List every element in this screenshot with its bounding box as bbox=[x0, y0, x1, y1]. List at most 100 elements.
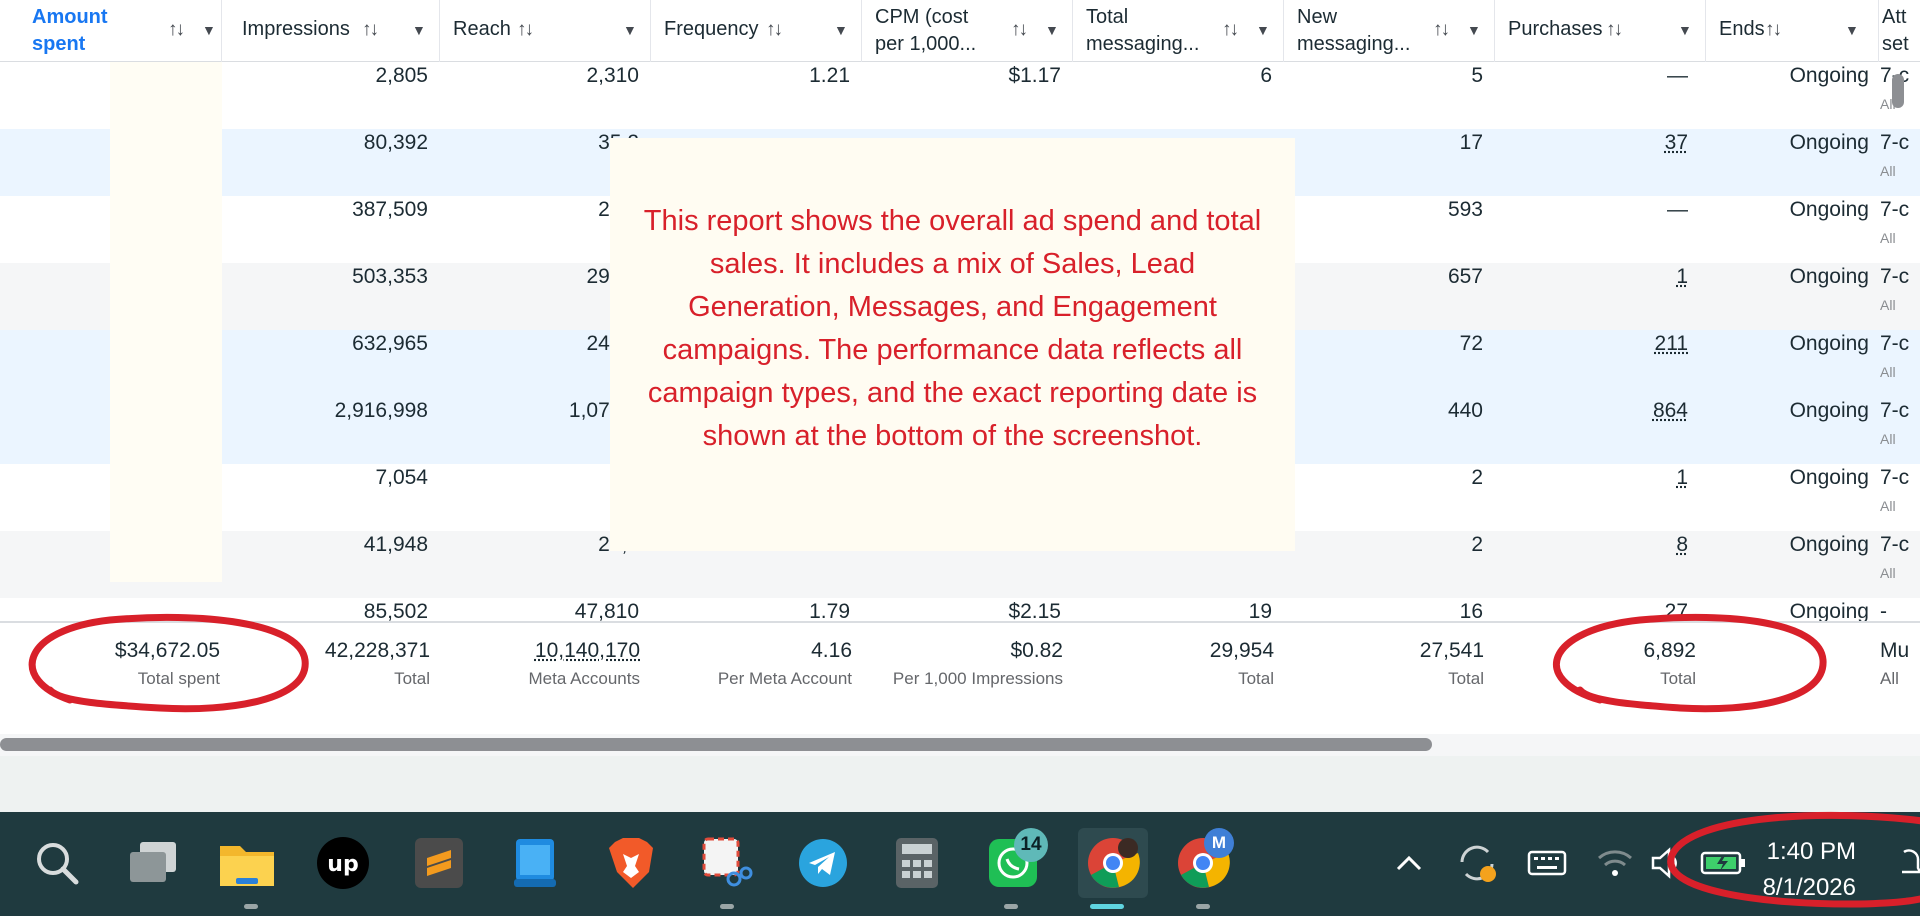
chevron-down-icon[interactable]: ▼ bbox=[1256, 17, 1270, 44]
system-clock[interactable]: 1:40 PM 8/1/2026 bbox=[1763, 834, 1856, 906]
active-app-indicator bbox=[1004, 904, 1018, 909]
column-header-ends[interactable]: Ends ↑↓ ▼ bbox=[1709, 0, 1879, 62]
column-header-total-messaging[interactable]: Total messaging... ↑↓ ▼ bbox=[1076, 0, 1284, 62]
column-header-reach[interactable]: Reach ↑↓ ▼ bbox=[443, 0, 651, 62]
total-new-messaging: 27,541 bbox=[1419, 639, 1484, 662]
cell-attribution-sub: All bbox=[1880, 297, 1896, 313]
chevron-down-icon[interactable]: ▼ bbox=[412, 17, 426, 44]
cell-reach: 2,310 bbox=[586, 64, 639, 87]
column-header-attribution[interactable]: Att set bbox=[1882, 0, 1920, 62]
active-app-indicator bbox=[244, 904, 258, 909]
cell-ends: Ongoing bbox=[1789, 64, 1869, 87]
column-header-impressions[interactable]: Impressions ↑↓ ▼ bbox=[232, 0, 440, 62]
sort-icon[interactable]: ↑↓ bbox=[517, 16, 534, 43]
cell-new-msg: 593 bbox=[1447, 198, 1483, 221]
cell-attribution: 7-c bbox=[1880, 198, 1910, 221]
chevron-down-icon[interactable]: ▼ bbox=[1045, 17, 1059, 44]
column-header-purchases[interactable]: Purchases ↑↓ ▼ bbox=[1498, 0, 1706, 62]
total-reach-label: Meta Accounts bbox=[528, 669, 640, 688]
speaker-icon[interactable] bbox=[1638, 834, 1696, 892]
sort-icon[interactable]: ↑↓ bbox=[1765, 16, 1782, 43]
cell-purchases[interactable]: 8 bbox=[1676, 533, 1688, 557]
cell-attribution: 7-c bbox=[1880, 265, 1910, 288]
telegram-icon[interactable] bbox=[794, 834, 852, 892]
total-reach[interactable]: 10,140,170 bbox=[450, 639, 640, 663]
cell-impressions: 2,916,998 bbox=[334, 399, 428, 422]
cell-ends: Ongoing bbox=[1789, 198, 1869, 221]
column-header-frequency[interactable]: Frequency ↑↓ ▼ bbox=[654, 0, 862, 62]
calculator-icon[interactable] bbox=[888, 834, 946, 892]
badge-letter: M bbox=[1211, 833, 1227, 852]
cell-purchases[interactable]: 211 bbox=[1655, 332, 1688, 356]
cell-attribution-sub: All bbox=[1880, 431, 1896, 447]
column-label: Total messaging... bbox=[1086, 6, 1200, 55]
chevron-down-icon[interactable]: ▼ bbox=[1467, 17, 1481, 44]
sort-icon[interactable]: ↑↓ bbox=[362, 16, 379, 43]
cell-new-msg: 2 bbox=[1471, 533, 1483, 556]
cell-cpm: $1.17 bbox=[1008, 64, 1061, 87]
column-label: Amount spent bbox=[32, 6, 108, 55]
cell-purchases[interactable]: 1 bbox=[1676, 265, 1688, 289]
column-header-cpm[interactable]: CPM (cost per 1,000... ↑↓ ▼ bbox=[865, 0, 1073, 62]
chevron-down-icon[interactable]: ▼ bbox=[834, 17, 848, 44]
brave-browser-icon[interactable] bbox=[602, 834, 660, 892]
window-bottom-edge bbox=[0, 756, 1920, 812]
sort-icon[interactable]: ↑↓ bbox=[1011, 16, 1028, 43]
cell-attribution-sub: All bbox=[1880, 230, 1896, 246]
notification-bell-icon[interactable] bbox=[1896, 834, 1920, 892]
battery-icon[interactable] bbox=[1694, 834, 1752, 892]
cell-attribution: 7-c bbox=[1880, 332, 1910, 355]
screen: Amount spent ↑↓ ▼ Impressions ↑↓ ▼ Reach… bbox=[0, 0, 1920, 916]
chrome-icon[interactable] bbox=[1078, 828, 1148, 898]
chevron-up-icon[interactable] bbox=[1380, 834, 1438, 892]
sort-icon[interactable]: ↑↓ bbox=[1222, 16, 1239, 43]
table-row[interactable]: 2,8052,3101.21$1.1765—Ongoing7-cAll bbox=[0, 62, 1920, 129]
sort-icon[interactable]: ↑↓ bbox=[168, 16, 185, 43]
keyboard-icon[interactable] bbox=[1518, 834, 1576, 892]
sync-icon[interactable] bbox=[1448, 834, 1506, 892]
wifi-icon[interactable] bbox=[1586, 834, 1644, 892]
cell-ends: Ongoing bbox=[1789, 466, 1869, 489]
annotation-note-text: This report shows the overall ad spend a… bbox=[643, 205, 1262, 452]
sort-icon[interactable]: ↑↓ bbox=[766, 16, 783, 43]
cell-purchases[interactable]: 1 bbox=[1676, 466, 1688, 490]
column-label: Frequency bbox=[664, 18, 759, 40]
taskbar: up 14 M 1:40 PM 8/1/2026 bbox=[0, 812, 1920, 916]
cell-total-msg: 6 bbox=[1260, 64, 1272, 87]
chevron-down-icon[interactable]: ▼ bbox=[202, 17, 216, 44]
snipping-tool-icon[interactable] bbox=[698, 834, 756, 892]
file-explorer-icon[interactable] bbox=[218, 834, 276, 892]
chevron-down-icon[interactable]: ▼ bbox=[1845, 17, 1859, 44]
sublime-text-icon[interactable] bbox=[410, 834, 468, 892]
chevron-down-icon[interactable]: ▼ bbox=[1678, 17, 1692, 44]
total-total-messaging-label: Total bbox=[1238, 669, 1274, 688]
cell-attribution-sub: All bbox=[1880, 498, 1896, 514]
column-label: Att set bbox=[1882, 6, 1909, 55]
total-cpm-label: Per 1,000 Impressions bbox=[892, 669, 1063, 688]
task-view-icon[interactable] bbox=[124, 834, 182, 892]
active-app-indicator bbox=[720, 904, 734, 909]
cell-new-msg: 72 bbox=[1459, 332, 1483, 355]
app-icon[interactable] bbox=[506, 834, 564, 892]
horizontal-scrollbar[interactable] bbox=[0, 738, 1432, 751]
cell-purchases[interactable]: — bbox=[1667, 198, 1688, 222]
cell-purchases[interactable]: 37 bbox=[1665, 131, 1688, 155]
column-header-new-messaging[interactable]: New messaging... ↑↓ ▼ bbox=[1287, 0, 1495, 62]
search-icon[interactable] bbox=[28, 834, 86, 892]
clock-time: 1:40 PM bbox=[1766, 838, 1856, 865]
cell-ends: Ongoing bbox=[1789, 131, 1869, 154]
cell-new-msg: 17 bbox=[1459, 131, 1483, 154]
sort-icon[interactable]: ↑↓ bbox=[1433, 16, 1450, 43]
profile-badge: M bbox=[1204, 828, 1234, 858]
clock-date: 8/1/2026 bbox=[1762, 874, 1856, 901]
cell-purchases[interactable]: — bbox=[1667, 64, 1688, 88]
sort-icon[interactable]: ↑↓ bbox=[1606, 16, 1623, 43]
column-header-amount-spent[interactable]: Amount spent ↑↓ ▼ bbox=[0, 0, 222, 62]
cell-impressions: 632,965 bbox=[352, 332, 428, 355]
chevron-down-icon[interactable]: ▼ bbox=[623, 17, 637, 44]
total-impressions: 42,228,371 bbox=[324, 639, 430, 662]
total-amount-spent-label: Total spent bbox=[137, 669, 220, 688]
upwork-icon[interactable]: up bbox=[314, 834, 372, 892]
cell-purchases[interactable]: 864 bbox=[1653, 399, 1688, 423]
vertical-scrollbar[interactable] bbox=[1892, 74, 1904, 108]
